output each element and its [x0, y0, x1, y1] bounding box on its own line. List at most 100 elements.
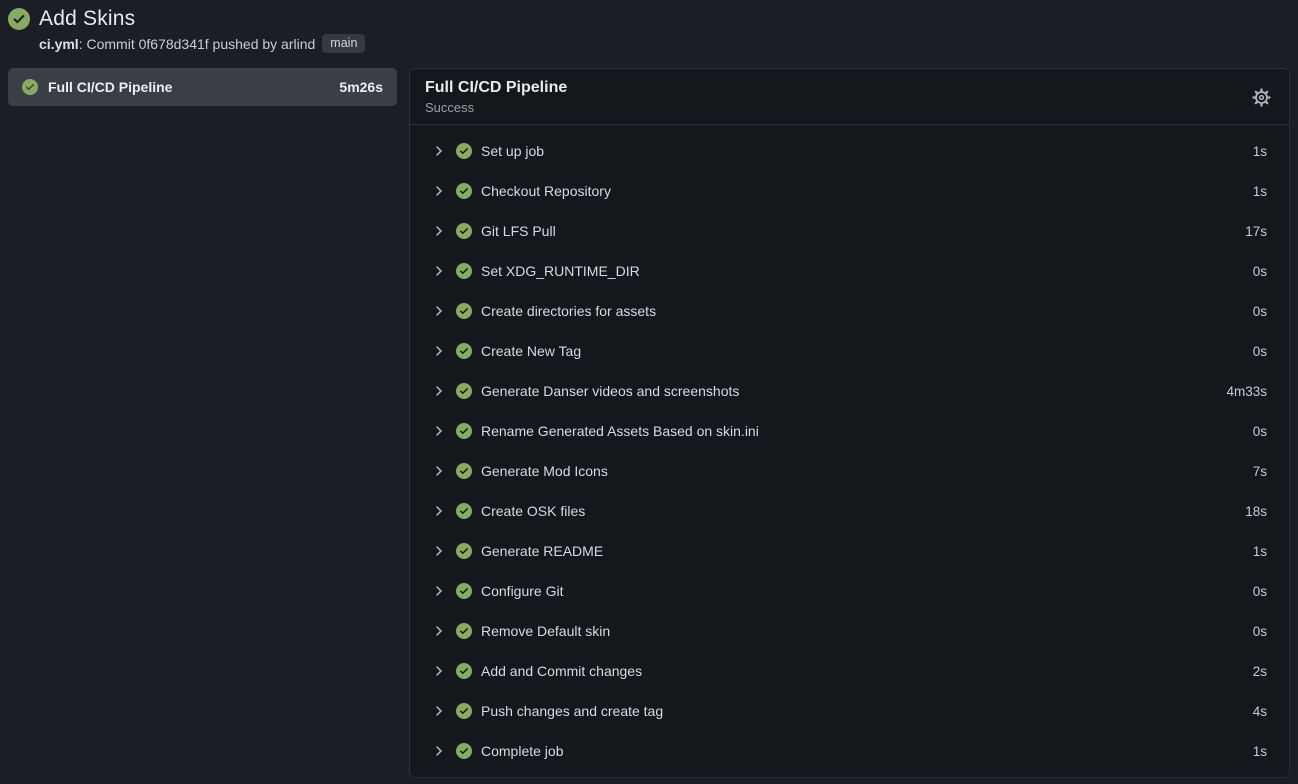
status-success-icon — [456, 623, 472, 639]
step-duration: 0s — [1253, 344, 1267, 359]
step-name: Complete job — [481, 743, 1244, 759]
status-success-icon — [456, 343, 472, 359]
step-duration: 4s — [1253, 704, 1267, 719]
status-success-icon — [22, 79, 38, 95]
status-success-icon — [456, 423, 472, 439]
step-row[interactable]: Push changes and create tag 4s — [431, 691, 1267, 731]
step-duration: 1s — [1253, 744, 1267, 759]
step-row[interactable]: Configure Git 0s — [431, 571, 1267, 611]
chevron-right-icon — [431, 223, 447, 239]
step-row[interactable]: Set up job 1s — [431, 131, 1267, 171]
jobs-sidebar: Full CI/CD Pipeline 5m26s — [8, 68, 397, 106]
step-row[interactable]: Generate Danser videos and screenshots 4… — [431, 371, 1267, 411]
step-duration: 0s — [1253, 624, 1267, 639]
step-row[interactable]: Generate Mod Icons 7s — [431, 451, 1267, 491]
step-row[interactable]: Create OSK files 18s — [431, 491, 1267, 531]
chevron-right-icon — [431, 543, 447, 559]
step-duration: 0s — [1253, 424, 1267, 439]
chevron-right-icon — [431, 183, 447, 199]
step-duration: 1s — [1253, 544, 1267, 559]
chevron-right-icon — [431, 663, 447, 679]
job-panel-status: Success — [425, 100, 567, 115]
step-row[interactable]: Checkout Repository 1s — [431, 171, 1267, 211]
step-name: Set up job — [481, 143, 1244, 159]
step-list: Set up job 1s Checkout Repository 1s Git… — [410, 125, 1289, 777]
step-duration: 0s — [1253, 304, 1267, 319]
step-row[interactable]: Git LFS Pull 17s — [431, 211, 1267, 251]
run-status-success-icon — [8, 8, 30, 30]
content: Full CI/CD Pipeline 5m26s Full CI/CD Pip… — [0, 53, 1298, 778]
chevron-right-icon — [431, 263, 447, 279]
step-row[interactable]: Set XDG_RUNTIME_DIR 0s — [431, 251, 1267, 291]
chevron-right-icon — [431, 583, 447, 599]
chevron-right-icon — [431, 743, 447, 759]
step-name: Generate Mod Icons — [481, 463, 1244, 479]
job-panel-header: Full CI/CD Pipeline Success — [410, 69, 1289, 125]
status-success-icon — [456, 543, 472, 559]
step-duration: 17s — [1245, 224, 1267, 239]
status-success-icon — [456, 223, 472, 239]
chevron-right-icon — [431, 623, 447, 639]
step-duration: 1s — [1253, 144, 1267, 159]
chevron-right-icon — [431, 303, 447, 319]
step-name: Set XDG_RUNTIME_DIR — [481, 263, 1244, 279]
step-duration: 2s — [1253, 664, 1267, 679]
step-name: Configure Git — [481, 583, 1244, 599]
status-success-icon — [456, 503, 472, 519]
step-name: Git LFS Pull — [481, 223, 1236, 239]
status-success-icon — [456, 703, 472, 719]
chevron-right-icon — [431, 143, 447, 159]
step-name: Push changes and create tag — [481, 703, 1244, 719]
step-name: Add and Commit changes — [481, 663, 1244, 679]
job-name: Full CI/CD Pipeline — [48, 79, 329, 95]
step-duration: 18s — [1245, 504, 1267, 519]
job-duration: 5m26s — [339, 79, 383, 95]
run-subtitle: ci.yml: Commit 0f678d341f pushed by arli… — [39, 34, 1286, 53]
job-panel-title: Full CI/CD Pipeline — [425, 79, 567, 97]
step-name: Create directories for assets — [481, 303, 1244, 319]
status-success-icon — [456, 383, 472, 399]
status-success-icon — [456, 743, 472, 759]
status-success-icon — [456, 583, 472, 599]
chevron-right-icon — [431, 343, 447, 359]
step-row[interactable]: Complete job 1s — [431, 731, 1267, 771]
step-row[interactable]: Create New Tag 0s — [431, 331, 1267, 371]
step-row[interactable]: Create directories for assets 0s — [431, 291, 1267, 331]
step-duration: 0s — [1253, 264, 1267, 279]
chevron-right-icon — [431, 423, 447, 439]
step-row[interactable]: Remove Default skin 0s — [431, 611, 1267, 651]
status-success-icon — [456, 463, 472, 479]
step-name: Generate README — [481, 543, 1244, 559]
step-duration: 0s — [1253, 584, 1267, 599]
run-header: Add Skins ci.yml: Commit 0f678d341f push… — [0, 0, 1298, 53]
workflow-file: ci.yml — [39, 36, 79, 52]
run-title: Add Skins — [39, 7, 135, 31]
step-duration: 1s — [1253, 184, 1267, 199]
chevron-right-icon — [431, 463, 447, 479]
step-name: Create OSK files — [481, 503, 1236, 519]
commit-text: : Commit 0f678d341f pushed by arlind — [79, 36, 316, 52]
job-panel: Full CI/CD Pipeline Success Set up job — [409, 68, 1290, 778]
step-row[interactable]: Generate README 1s — [431, 531, 1267, 571]
step-row[interactable]: Add and Commit changes 2s — [431, 651, 1267, 691]
job-card-full-cicd-pipeline[interactable]: Full CI/CD Pipeline 5m26s — [8, 68, 397, 106]
step-name: Checkout Repository — [481, 183, 1244, 199]
chevron-right-icon — [431, 383, 447, 399]
step-name: Create New Tag — [481, 343, 1244, 359]
status-success-icon — [456, 303, 472, 319]
status-success-icon — [456, 663, 472, 679]
step-row[interactable]: Rename Generated Assets Based on skin.in… — [431, 411, 1267, 451]
step-duration: 7s — [1253, 464, 1267, 479]
step-name: Generate Danser videos and screenshots — [481, 383, 1217, 399]
step-name: Remove Default skin — [481, 623, 1244, 639]
gear-icon — [1252, 88, 1271, 107]
step-duration: 4m33s — [1226, 384, 1267, 399]
step-name: Rename Generated Assets Based on skin.in… — [481, 423, 1244, 439]
status-success-icon — [456, 263, 472, 279]
status-success-icon — [456, 143, 472, 159]
settings-button[interactable] — [1250, 86, 1273, 109]
chevron-right-icon — [431, 703, 447, 719]
chevron-right-icon — [431, 503, 447, 519]
branch-badge[interactable]: main — [322, 34, 365, 53]
status-success-icon — [456, 183, 472, 199]
